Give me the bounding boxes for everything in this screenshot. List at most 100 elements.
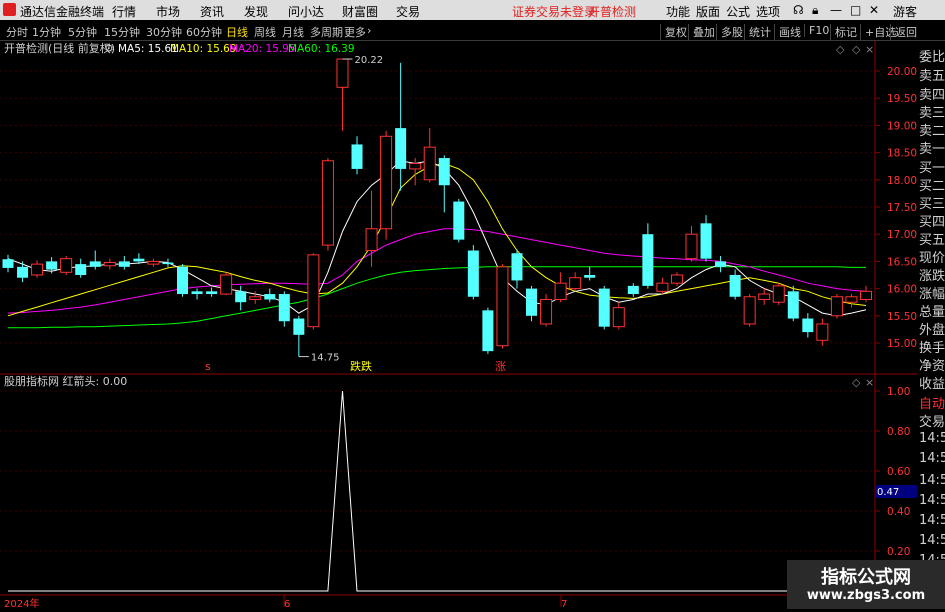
candle-body [235, 291, 247, 303]
tab-period-30min[interactable]: 30分钟 [146, 24, 182, 40]
tab-period-multi[interactable]: 多周期 [310, 24, 343, 40]
ytick-label: 19.00 [887, 120, 917, 132]
app-title: 通达信金融终端 [20, 5, 105, 19]
ytick-label: 15.00 [887, 338, 917, 350]
candle-body [278, 294, 290, 322]
menu-zixun[interactable]: 资讯 [200, 3, 224, 20]
candle-body [293, 318, 305, 335]
ma10-label: MA10: 15.69 [170, 43, 237, 55]
diamond-icon[interactable]: ◇ [852, 43, 861, 56]
candle-body [642, 234, 654, 286]
ytick-label: 16.50 [887, 256, 917, 268]
tab-period-5min[interactable]: 5分钟 [68, 24, 97, 40]
xaxis-label: 2024年 [4, 597, 39, 609]
quote-row-label: 涨跌 [919, 269, 945, 284]
close-pane-icon[interactable]: × [865, 376, 874, 389]
draw-line-button[interactable]: 画线 [774, 24, 801, 40]
close-pane-icon[interactable]: × [865, 43, 874, 56]
diamond-icon[interactable]: ◇ [852, 376, 861, 389]
tab-period-daily[interactable]: 日线 [226, 24, 248, 40]
quote-row-label: 卖五 [919, 69, 945, 84]
tab-period-fenshi[interactable]: 分时 [6, 24, 28, 40]
restore-icon[interactable]: □ [850, 3, 861, 17]
candle-body [540, 298, 553, 325]
overlay-button[interactable]: 叠加 [688, 24, 715, 40]
candle-body [758, 293, 771, 300]
quote-row-label: 14:56 [919, 533, 945, 548]
ma60-label: MA60: 16.39 [288, 43, 355, 55]
candle-body [482, 310, 494, 352]
quote-row-label: 14:56 [919, 513, 945, 528]
quote-row-label: 卖二 [919, 124, 945, 139]
tab-period-monthly[interactable]: 月线 [282, 24, 304, 40]
candle-body [118, 261, 130, 267]
candle-body [365, 228, 378, 252]
ma5-label: MA5: 15.61 [118, 43, 178, 55]
watermark-title: 指标公式网 [821, 567, 911, 588]
candle-body [409, 162, 422, 170]
candle-body [526, 288, 538, 316]
quote-row-label: 净资 [919, 359, 945, 374]
quote-row-label: 现价 [919, 251, 945, 266]
settings-icon[interactable]: ⚙ [104, 42, 114, 55]
f10-button[interactable]: F10 [804, 24, 829, 37]
lock-icon[interactable]: 🔒︎ [812, 3, 818, 18]
menu-caifuquan[interactable]: 财富圈 [342, 3, 378, 20]
ytick-label: 16.00 [887, 284, 917, 296]
tab-period-60min[interactable]: 60分钟 [186, 24, 222, 40]
candle-body [511, 253, 523, 281]
tab-period-15min[interactable]: 15分钟 [104, 24, 140, 40]
menu-shichang[interactable]: 市场 [156, 3, 180, 20]
close-icon[interactable]: ✕ [869, 3, 879, 17]
kline-chart[interactable]: 15.00 15.50 16.00 16.50 17.00 17.50 18.00 18.50… [0, 41, 945, 610]
candle-body [2, 259, 14, 268]
chevron-right-icon[interactable]: › [367, 24, 371, 37]
tab-period-more[interactable]: 更多 [344, 24, 366, 40]
trade-login-notice[interactable]: 证券交易未登录 [512, 3, 596, 20]
minimize-icon[interactable]: — [830, 3, 842, 17]
candle-body [264, 294, 276, 300]
back-button[interactable]: 返回 [890, 24, 917, 40]
menu-wenxiaoda[interactable]: 问小达 [288, 3, 324, 20]
quote-row-label: 14:56 [919, 473, 945, 488]
stats-button[interactable]: 统计 [744, 24, 771, 40]
watermark-url: www.zbgs3.com [806, 588, 926, 603]
menu-banmian[interactable]: 版面 [696, 3, 720, 20]
candle-body [177, 266, 189, 295]
candle-body [569, 277, 582, 290]
quote-row-label: 卖一 [919, 142, 945, 157]
quote-row-label: 买四 [919, 215, 945, 230]
fuquan-button[interactable]: 复权 [660, 24, 687, 40]
ytick-label: 18.50 [887, 148, 917, 160]
candle-body [467, 250, 479, 297]
quote-row-label: 委比 [919, 50, 945, 65]
quote-row-label: 卖四 [919, 88, 945, 103]
app-logo-icon [3, 3, 16, 16]
quote-row-label: 收益 [919, 377, 945, 392]
menu-jiaoyi[interactable]: 交易 [396, 3, 420, 20]
candle-body [89, 261, 101, 267]
candle-body [496, 266, 509, 347]
headset-icon[interactable]: ☊ [793, 3, 804, 17]
menu-hangqing[interactable]: 行情 [112, 3, 136, 20]
mark-button[interactable]: 标记 [830, 24, 857, 40]
menu-faxian[interactable]: 发现 [244, 3, 268, 20]
user-guest[interactable]: 游客 [893, 3, 917, 20]
ytick-label: 15.50 [887, 311, 917, 323]
candle-body [60, 258, 73, 273]
candle-body [133, 258, 145, 262]
chart-area[interactable]: 15.00 15.50 16.00 16.50 17.00 17.50 18.00 18.50… [0, 41, 945, 610]
tab-period-1min[interactable]: 1分钟 [32, 24, 61, 40]
menu-gongneng[interactable]: 功能 [666, 3, 690, 20]
quote-row-label: 换手 [919, 341, 945, 356]
diamond-icon[interactable]: ◇ [836, 43, 845, 56]
tab-period-weekly[interactable]: 周线 [254, 24, 276, 40]
high-price-label: 20.22 [354, 55, 383, 66]
candle-body [206, 291, 218, 295]
candle-body [191, 291, 203, 295]
menu-xuanxiang[interactable]: 选项 [756, 3, 780, 20]
sub-indicator-title: 股朋指标网 红箭头: 0.00 [4, 374, 127, 388]
menu-gongshi[interactable]: 公式 [726, 3, 750, 20]
candle-body [656, 282, 669, 292]
multi-stock-button[interactable]: 多股 [716, 24, 743, 40]
